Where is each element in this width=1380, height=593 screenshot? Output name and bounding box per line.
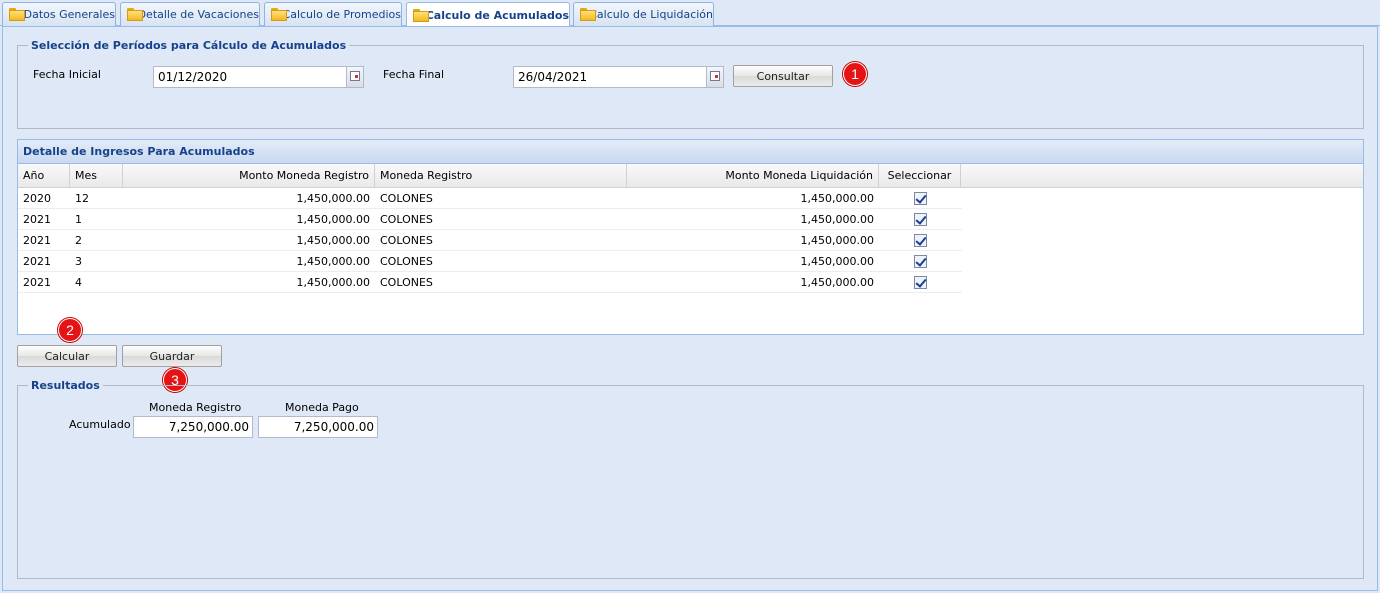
grid-body: 2020 12 1,450,000.00 COLONES 1,450,000.00 202… [18,188,1363,293]
fecha-inicial-field [153,66,364,88]
fecha-final-field [513,66,724,88]
tab-calculo-liquidacion[interactable]: Calculo de Liquidación [573,2,714,26]
cell-monto-registro: 1,450,000.00 [296,191,370,205]
select-checkbox[interactable] [913,191,927,205]
acumulado-pago-field[interactable] [258,416,378,438]
cell-moneda-registro: COLONES [380,275,433,289]
cell-seleccionar [879,230,961,250]
cell-moneda-registro: COLONES [380,233,433,247]
fecha-final-input[interactable] [514,67,706,87]
cell-mes: 1 [75,212,82,226]
col-monto-registro[interactable]: Monto Moneda Registro [123,164,375,187]
tab-calculo-promedios[interactable]: Calculo de Promedios [264,2,402,26]
cell-moneda-registro: COLONES [380,254,433,268]
cell-monto-liquidacion: 1,450,000.00 [800,233,874,247]
cell-seleccionar [879,209,961,229]
table-row[interactable]: 2021 2 1,450,000.00 COLONES 1,450,000.00 [18,230,962,251]
periodo-legend: Selección de Períodos para Cálculo de Ac… [31,39,347,52]
resultados-legend: Resultados [31,379,100,392]
col-mes[interactable]: Mes [70,164,123,187]
folder-icon [271,8,286,21]
cell-seleccionar [879,251,961,271]
tab-detalle-vacaciones[interactable]: Detalle de Vacaciones [120,2,260,26]
acumulado-registro-field[interactable] [133,416,253,438]
cell-anio: 2021 [23,233,51,247]
table-row[interactable]: 2020 12 1,450,000.00 COLONES 1,450,000.00 [18,188,962,209]
cell-anio: 2021 [23,212,51,226]
cell-anio: 2021 [23,254,51,268]
col-anio[interactable]: Año [18,164,70,187]
cell-monto-registro: 1,450,000.00 [296,233,370,247]
cell-seleccionar [879,188,961,208]
tab-label: Datos Generales [23,8,115,21]
tab-bar: Datos Generales Detalle de Vacaciones Ca… [0,0,1380,27]
table-row[interactable]: 2021 1 1,450,000.00 COLONES 1,450,000.00 [18,209,962,230]
tab-label: Detalle de Vacaciones [137,8,259,21]
select-checkbox[interactable] [913,254,927,268]
col-moneda-pago-label: Moneda Pago [285,401,359,414]
step-badge-2: 2 [58,318,82,342]
cell-monto-registro: 1,450,000.00 [296,254,370,268]
tab-label: Calculo de Liquidación [589,8,713,21]
cell-monto-registro: 1,450,000.00 [296,212,370,226]
col-moneda-registro[interactable]: Moneda Registro [375,164,627,187]
cell-moneda-registro: COLONES [380,212,433,226]
cell-monto-registro: 1,450,000.00 [296,275,370,289]
cell-anio: 2021 [23,275,51,289]
fecha-inicial-label: Fecha Inicial [33,68,101,81]
cell-mes: 2 [75,233,82,247]
table-row[interactable]: 2021 4 1,450,000.00 COLONES 1,450,000.00 [18,272,962,293]
cell-moneda-registro: COLONES [380,191,433,205]
folder-icon [127,8,142,21]
cell-anio: 2020 [23,191,51,205]
ingresos-grid: Detalle de Ingresos Para Acumulados Año … [17,139,1364,335]
fecha-inicial-input[interactable] [154,67,346,87]
cell-mes: 12 [75,191,89,205]
grid-title: Detalle de Ingresos Para Acumulados [18,140,1363,164]
cell-monto-liquidacion: 1,450,000.00 [800,191,874,205]
select-checkbox[interactable] [913,233,927,247]
col-moneda-registro-label: Moneda Registro [149,401,242,414]
calcular-button[interactable]: Calcular [17,345,117,367]
cell-monto-liquidacion: 1,450,000.00 [800,275,874,289]
consultar-button[interactable]: Consultar [733,65,833,87]
calendar-icon[interactable] [346,67,363,87]
cell-mes: 4 [75,275,82,289]
folder-icon [9,8,25,21]
table-row[interactable]: 2021 3 1,450,000.00 COLONES 1,450,000.00 [18,251,962,272]
tab-datos-generales[interactable]: Datos Generales [2,2,116,26]
folder-icon [580,8,597,21]
cell-monto-liquidacion: 1,450,000.00 [800,212,874,226]
guardar-button[interactable]: Guardar [122,345,222,367]
tab-calculo-acumulados[interactable]: Calculo de Acumulados [406,2,570,27]
main-panel: Selección de Períodos para Cálculo de Ac… [2,26,1378,591]
folder-icon [413,8,429,22]
cell-seleccionar [879,272,961,292]
calendar-icon[interactable] [706,67,723,87]
select-checkbox[interactable] [913,212,927,226]
cell-mes: 3 [75,254,82,268]
col-monto-liquidacion[interactable]: Monto Moneda Liquidación [627,164,879,187]
tab-label: Calculo de Acumulados [425,8,569,22]
acumulado-label: Acumulado [69,418,131,431]
cell-monto-liquidacion: 1,450,000.00 [800,254,874,268]
select-checkbox[interactable] [913,275,927,289]
tab-label: Calculo de Promedios [282,8,401,21]
col-seleccionar[interactable]: Seleccionar [879,164,961,187]
fecha-final-label: Fecha Final [383,68,445,81]
grid-header: Año Mes Monto Moneda Registro Moneda Reg… [18,164,1363,188]
step-badge-1: 1 [843,62,867,86]
